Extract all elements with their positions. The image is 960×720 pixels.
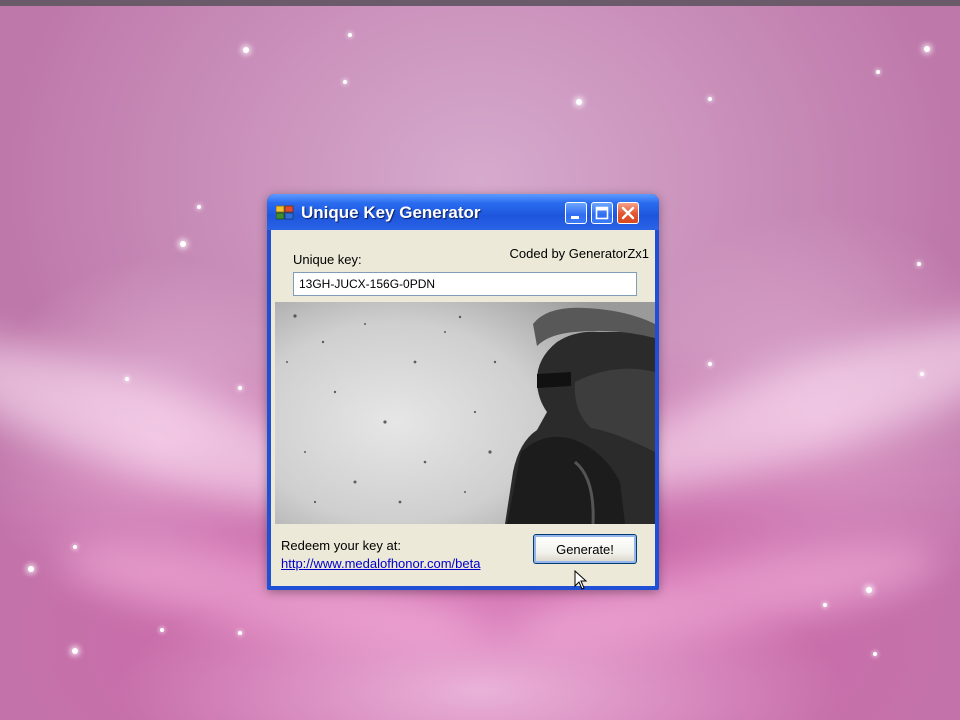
maximize-icon [595,206,609,220]
star [917,262,921,266]
star [866,587,872,593]
soldier-banner-image [275,302,655,524]
title-bar[interactable]: Unique Key Generator [267,194,659,230]
star [708,97,712,101]
star [125,377,129,381]
window-title: Unique Key Generator [301,203,481,222]
unique-key-label: Unique key: [293,252,362,267]
desktop-background: Unique Key Generator Unique key: Coded b… [0,0,960,720]
generate-button[interactable]: Generate! [533,534,637,564]
star [72,648,78,654]
star [238,386,242,390]
redeem-label: Redeem your key at: [281,538,401,553]
star [924,46,930,52]
coded-by-label: Coded by GeneratorZx1 [509,246,649,261]
app-icon [275,204,294,220]
star [708,362,712,366]
star [920,372,924,376]
minimize-button[interactable] [565,202,587,224]
star [873,652,877,656]
minimize-icon [571,216,579,219]
star [243,47,249,53]
star [197,205,201,209]
maximize-button[interactable] [591,202,613,224]
star [576,99,582,105]
star [238,631,242,635]
star [343,80,347,84]
star [73,545,77,549]
mouse-pointer-icon [574,569,588,590]
redeem-link[interactable]: http://www.medalofhonor.com/beta [281,556,480,571]
star [160,628,164,632]
star [28,566,34,572]
star [180,241,186,247]
star [823,603,827,607]
key-generator-window: Unique Key Generator Unique key: Coded b… [267,194,659,590]
unique-key-field[interactable] [293,272,637,296]
star [348,33,352,37]
window-client-area: Unique key: Coded by GeneratorZx1 13GH-J… [271,230,655,590]
close-icon [621,206,635,220]
star [876,70,880,74]
close-button[interactable] [617,202,639,224]
